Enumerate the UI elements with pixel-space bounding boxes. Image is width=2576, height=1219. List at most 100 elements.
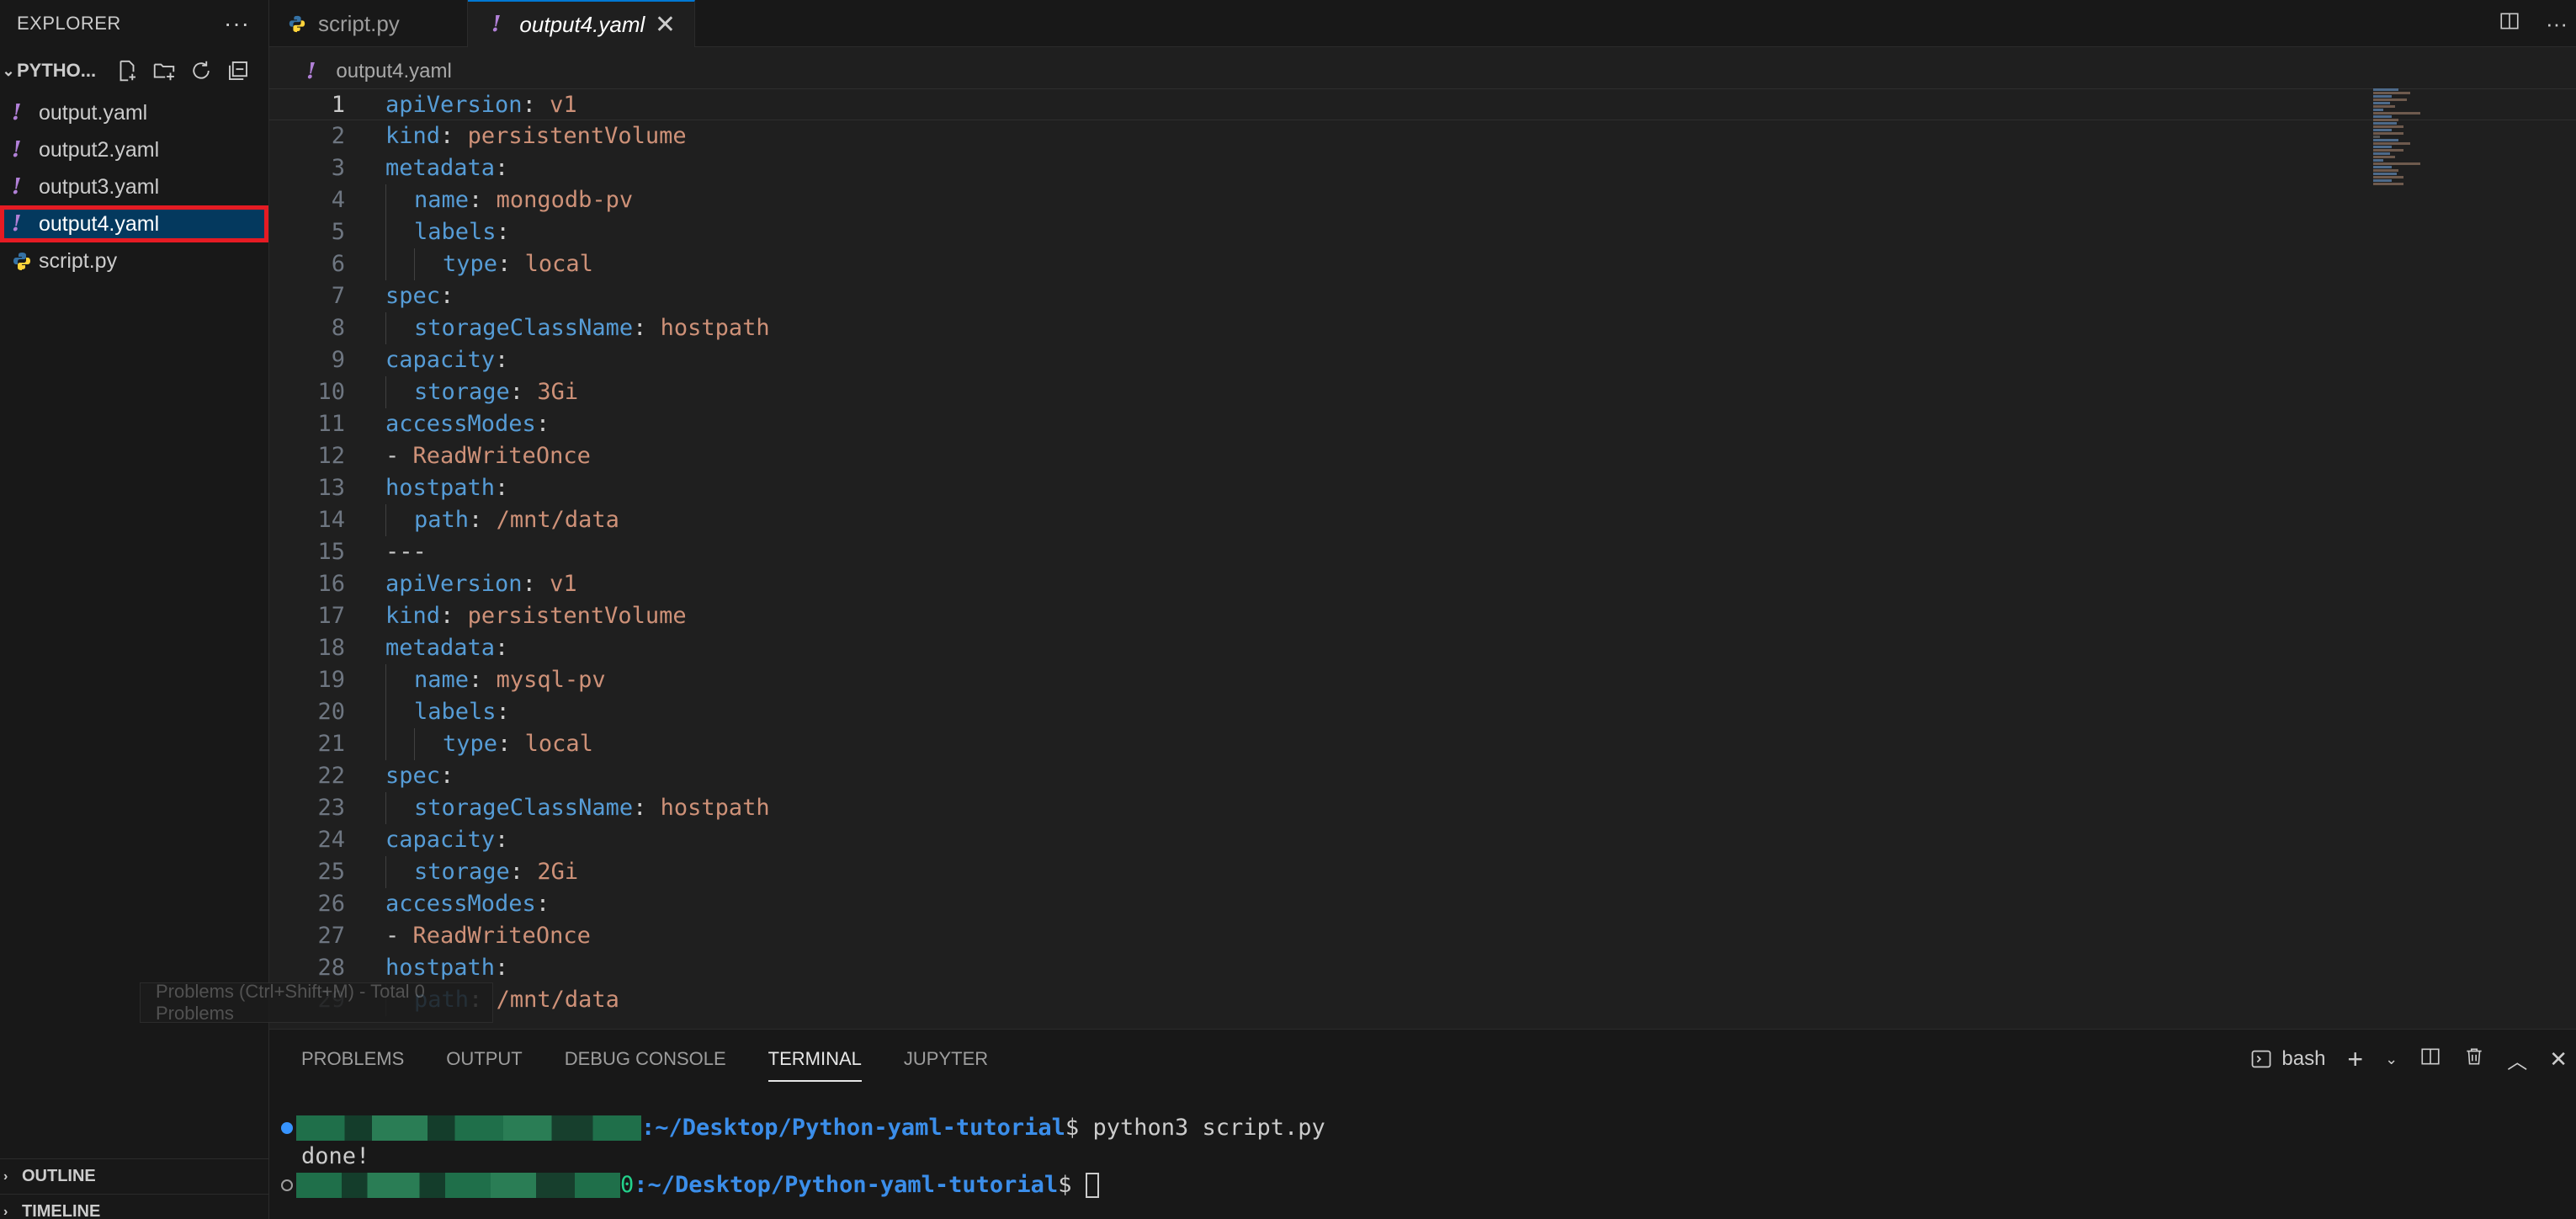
maximize-panel-icon[interactable]: ︿ — [2507, 1045, 2527, 1074]
yaml-value: ReadWriteOnce — [412, 923, 591, 949]
code-line[interactable]: 20 labels: — [269, 696, 2576, 728]
code-line[interactable]: 12 - ReadWriteOnce — [269, 440, 2576, 472]
more-actions-icon[interactable]: ··· — [2546, 11, 2568, 37]
code-line[interactable]: 23 storageClassName: hostpath — [269, 792, 2576, 824]
code-line[interactable]: 6 type: local — [269, 248, 2576, 280]
yaml-value: local — [524, 731, 593, 757]
chevron-down-icon[interactable]: ⌄ — [2385, 1051, 2398, 1068]
chevron-right-icon: › — [3, 1204, 8, 1219]
line-number: 15 — [317, 539, 345, 565]
line-number: 26 — [317, 891, 345, 917]
more-actions-icon[interactable]: ··· — [224, 10, 250, 37]
project-folder-name: PYTHO... — [17, 60, 97, 81]
code-line[interactable]: 15 --- — [269, 536, 2576, 568]
terminal-host-suffix: 0 — [620, 1172, 635, 1198]
yaml-colon: : — [495, 955, 509, 981]
tab-problems[interactable]: PROBLEMS — [301, 1048, 404, 1070]
terminal-path: :~/Desktop/Python-yaml-tutorial — [641, 1115, 1065, 1141]
code-line[interactable]: 17 kind: persistentVolume — [269, 600, 2576, 632]
yaml-key: type — [443, 731, 498, 757]
code-line[interactable]: 9 capacity: — [269, 344, 2576, 376]
line-number: 16 — [317, 571, 345, 597]
yaml-key: storageClassName — [414, 795, 634, 821]
code-line[interactable]: 27 - ReadWriteOnce — [269, 920, 2576, 952]
terminal-path: :~/Desktop/Python-yaml-tutorial — [634, 1172, 1059, 1198]
code-line[interactable]: 29path: /mnt/data — [269, 984, 2576, 1016]
code-line[interactable]: 10 storage: 3Gi — [269, 376, 2576, 408]
code-line[interactable]: 13 hostpath: — [269, 472, 2576, 504]
yaml-value: ReadWriteOnce — [412, 443, 591, 469]
file-output4-yaml[interactable]: ! output4.yaml — [0, 205, 268, 242]
python-icon — [288, 14, 306, 33]
line-number: 12 — [317, 443, 345, 469]
code-line[interactable]: 3 metadata: — [269, 152, 2576, 184]
file-output2-yaml[interactable]: ! output2.yaml — [0, 131, 268, 168]
code-editor[interactable]: 1 apiVersion: v1 2 kind: persistentVolume … — [269, 88, 2576, 1027]
code-line[interactable]: 21 type: local — [269, 728, 2576, 760]
code-line[interactable]: 2 kind: persistentVolume — [269, 120, 2576, 152]
tab-output4-yaml[interactable]: ! output4.yaml ✕ — [468, 0, 695, 47]
tab-script-py[interactable]: script.py — [269, 0, 468, 47]
yaml-colon: : — [522, 571, 536, 597]
indent-guide — [385, 696, 414, 728]
close-icon[interactable]: ✕ — [655, 10, 676, 40]
code-line[interactable]: 1 apiVersion: v1 — [269, 88, 2576, 120]
yaml-dash: - — [385, 923, 413, 949]
code-line[interactable]: 11 accessModes: — [269, 408, 2576, 440]
code-line[interactable]: 22 spec: — [269, 760, 2576, 792]
code-line[interactable]: 14 path: /mnt/data — [269, 504, 2576, 536]
code-line[interactable]: 7 spec: — [269, 280, 2576, 312]
chevron-down-icon[interactable]: ⌄ — [0, 62, 17, 80]
indent-guide — [385, 728, 414, 760]
project-folder-row[interactable]: ⌄ PYTHO... — [0, 47, 268, 94]
code-line[interactable]: 16 apiVersion: v1 — [269, 568, 2576, 600]
trash-icon[interactable] — [2463, 1046, 2485, 1073]
tab-terminal[interactable]: TERMINAL — [767, 1048, 862, 1082]
minimap[interactable] — [2373, 88, 2441, 198]
split-terminal-icon[interactable] — [2419, 1046, 2441, 1073]
code-line[interactable]: 25 storage: 2Gi — [269, 856, 2576, 888]
tab-output[interactable]: OUTPUT — [446, 1048, 522, 1070]
yaml-dash: - — [385, 443, 413, 469]
explorer-header: EXPLORER ··· — [0, 0, 268, 47]
code-line[interactable]: 26 accessModes: — [269, 888, 2576, 920]
terminal-prompt: $ — [1065, 1115, 1093, 1141]
terminal-output[interactable]: :~/Desktop/Python-yaml-tutorial $ python… — [269, 1089, 2576, 1200]
code-line[interactable]: 28 hostpath: — [269, 952, 2576, 984]
new-terminal-icon[interactable]: + — [2347, 1044, 2363, 1075]
code-line[interactable]: 19 name: mysql-pv — [269, 664, 2576, 696]
yaml-value: 2Gi — [537, 859, 579, 885]
tab-jupyter[interactable]: JUPYTER — [904, 1048, 988, 1070]
indent-guide — [385, 856, 414, 888]
breadcrumb-item[interactable]: output4.yaml — [336, 60, 451, 83]
yaml-colon: : — [633, 315, 647, 341]
terminal-shell-selector[interactable]: bash — [2249, 1047, 2325, 1071]
code-line[interactable]: 4 name: mongodb-pv — [269, 184, 2576, 216]
file-script-py[interactable]: script.py — [0, 242, 268, 279]
command-decoration-icon[interactable] — [281, 1179, 293, 1191]
file-output3-yaml[interactable]: ! output3.yaml — [0, 168, 268, 205]
timeline-section[interactable]: › TIMELINE — [0, 1194, 269, 1219]
terminal-prompt: $ — [1058, 1172, 1086, 1198]
yaml-key: kind — [385, 603, 441, 629]
yaml-value: persistentVolume — [467, 603, 687, 629]
file-output-yaml[interactable]: ! output.yaml — [0, 94, 268, 131]
yaml-key: spec — [385, 763, 441, 789]
code-line[interactable]: 18 metadata: — [269, 632, 2576, 664]
code-line[interactable]: 24 capacity: — [269, 824, 2576, 856]
close-panel-icon[interactable]: ✕ — [2549, 1046, 2568, 1073]
file-label: output3.yaml — [39, 174, 160, 199]
yaml-key: capacity — [385, 347, 496, 373]
outline-section[interactable]: › OUTLINE — [0, 1158, 269, 1194]
collapse-all-icon[interactable] — [226, 58, 251, 83]
new-file-icon[interactable] — [114, 58, 140, 83]
code-line[interactable]: 8 storageClassName: hostpath — [269, 312, 2576, 344]
code-line[interactable]: 5 labels: — [269, 216, 2576, 248]
split-editor-icon[interactable] — [2499, 10, 2520, 38]
tab-debug-console[interactable]: DEBUG CONSOLE — [565, 1048, 726, 1070]
refresh-icon[interactable] — [189, 58, 214, 83]
new-folder-icon[interactable] — [151, 58, 177, 83]
line-number: 5 — [331, 219, 345, 245]
command-decoration-success-icon[interactable] — [281, 1122, 293, 1134]
yaml-colon: : — [496, 699, 510, 725]
